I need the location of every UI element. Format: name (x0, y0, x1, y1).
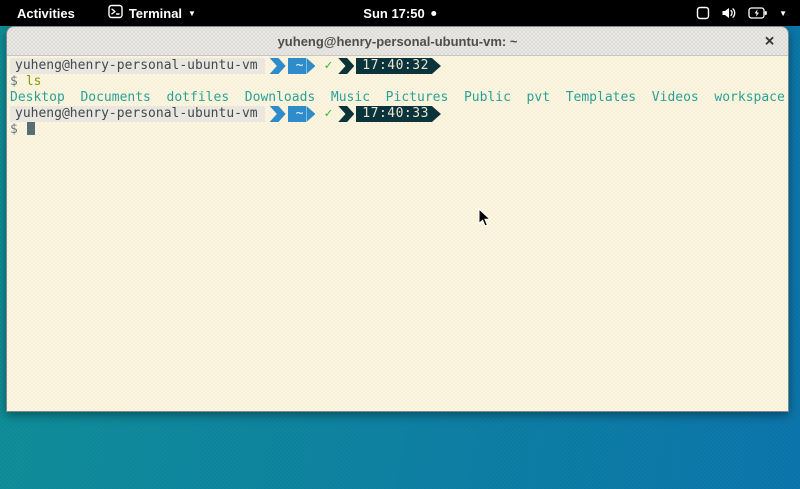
clock[interactable]: Sun 17:50 (363, 0, 436, 26)
terminal-cursor (27, 122, 35, 135)
powerline-arrow-icon (306, 58, 315, 74)
terminal-icon (108, 4, 123, 22)
terminal-window: yuheng@henry-personal-ubuntu-vm: ~ ✕ yuh… (6, 26, 789, 412)
window-title: yuheng@henry-personal-ubuntu-vm: ~ (278, 34, 518, 49)
prompt-timestamp: 17:40:32 (356, 58, 432, 74)
powerline-chevron-icon (338, 106, 354, 122)
status-check-icon: ✓ (324, 106, 332, 122)
desktop: Activities Terminal ▼ Sun 17:50 (0, 0, 800, 489)
system-status-area[interactable]: ▼ (696, 6, 787, 20)
battery-charging-icon (748, 6, 768, 20)
prompt-line: yuheng@henry-personal-ubuntu-vm ~ ✓ 17:4… (10, 106, 788, 122)
prompt-char: $ (10, 74, 18, 89)
chevron-down-icon: ▼ (188, 10, 196, 18)
status-check-icon: ✓ (324, 58, 332, 74)
powerline-chevron-icon (270, 106, 286, 122)
prompt-directory: ~ (288, 58, 307, 74)
app-menu-label: Terminal (129, 6, 182, 21)
chevron-down-icon: ▼ (779, 10, 787, 18)
command-line: $ (10, 122, 788, 138)
close-icon[interactable]: ✕ (764, 35, 775, 48)
prompt-char: $ (10, 122, 18, 137)
prompt-directory: ~ (288, 106, 307, 122)
titlebar[interactable]: yuheng@henry-personal-ubuntu-vm: ~ ✕ (7, 27, 788, 56)
powerline-chevron-icon (338, 58, 354, 74)
command-text: ls (26, 74, 42, 89)
powerline-chevron-icon (270, 58, 286, 74)
prompt-userhost: yuheng@henry-personal-ubuntu-vm (10, 106, 265, 122)
powerline-arrow-icon (432, 58, 441, 74)
notification-dot-icon (432, 11, 437, 16)
command-line: $ ls (10, 74, 788, 90)
activities-button[interactable]: Activities (12, 6, 80, 21)
terminal-content[interactable]: yuheng@henry-personal-ubuntu-vm ~ ✓ 17:4… (7, 56, 788, 411)
ls-output: Desktop Documents dotfiles Downloads Mus… (10, 90, 788, 106)
app-menu-terminal[interactable]: Terminal ▼ (108, 4, 196, 22)
powerline-arrow-icon (306, 106, 315, 122)
prompt-userhost: yuheng@henry-personal-ubuntu-vm (10, 58, 265, 74)
powerline-arrow-icon (432, 106, 441, 122)
volume-icon (721, 6, 737, 20)
top-bar: Activities Terminal ▼ Sun 17:50 (0, 0, 800, 26)
clock-label: Sun 17:50 (363, 6, 424, 21)
prompt-timestamp: 17:40:33 (356, 106, 432, 122)
prompt-line: yuheng@henry-personal-ubuntu-vm ~ ✓ 17:4… (10, 58, 788, 74)
screen-icon (696, 6, 710, 20)
